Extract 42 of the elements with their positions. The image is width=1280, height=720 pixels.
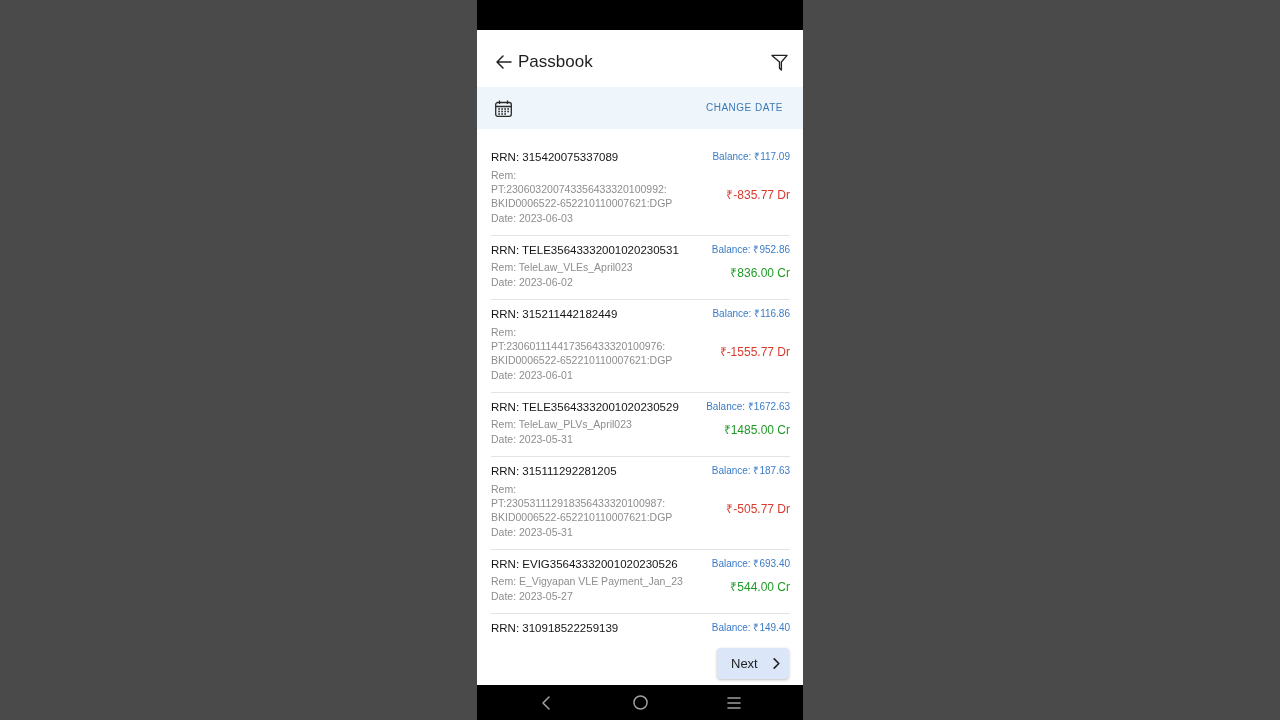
amount-text: ₹1485.00 Cr	[723, 422, 790, 439]
balance-text: Balance: ₹952.86	[711, 242, 790, 257]
date-text: Date: 2023-06-02	[491, 275, 574, 290]
date-text: Date: 2023-05-31	[491, 524, 574, 540]
balance-text: Balance: ₹149.40	[711, 621, 790, 635]
remark-text: Rem: TeleLaw_PLVs_April023	[491, 417, 633, 431]
date-text: Date: 2023-05-27	[491, 589, 574, 604]
rrn-text: RRN: TELE35643332001020230529	[491, 399, 680, 415]
amount-text: ₹-1555.77 Dr	[719, 343, 790, 360]
menu-icon[interactable]	[727, 696, 741, 709]
calendar-icon[interactable]	[495, 99, 512, 117]
rrn-text: RRN: 310918522259139	[491, 621, 620, 636]
balance-text: Balance: ₹117.09	[712, 150, 790, 164]
filter-icon[interactable]	[771, 53, 788, 71]
remark-text: Rem: E_Vigyapan VLE Payment_Jan_23	[491, 574, 684, 588]
date-text: Date: 2023-06-03	[491, 210, 574, 226]
remark-text: Rem: PT:230531112918356433320100987: BKID0006522-652210110007621:DGP	[491, 481, 674, 524]
remark-text: Rem: PT:230603200743356433320100992: BKID0006522-652210110007621:DGP	[491, 167, 674, 210]
chevron-right-icon	[773, 658, 780, 669]
balance-text: Balance: ₹1672.63	[706, 399, 790, 414]
amount-text: ₹544.00 Cr	[730, 579, 790, 596]
remark-text: Rem: TeleLaw_VLEs_April023	[491, 260, 634, 274]
home-circle-icon[interactable]	[632, 695, 648, 710]
balance-text: Balance: ₹187.63	[711, 464, 790, 478]
amount-text: ₹836.00 Cr	[730, 265, 790, 282]
amount-text: ₹-505.77 Dr	[726, 500, 790, 517]
amount-text: ₹-835.77 Dr	[726, 186, 790, 203]
balance-text: Balance: ₹693.40	[711, 556, 790, 571]
remark-text: Rem: PT:230601114417356433320100976: BKID0006522-652210110007621:DGP	[491, 324, 674, 367]
date-text: Date: 2023-06-01	[491, 367, 574, 383]
rrn-text: RRN: 315111292281205	[491, 464, 618, 479]
next-button[interactable]: Next	[717, 648, 789, 679]
date-text: Date: 2023-05-31	[491, 432, 574, 447]
back-arrow-icon[interactable]	[496, 55, 512, 69]
rrn-text: RRN: 315211442182449	[491, 307, 619, 322]
balance-text: Balance: ₹116.86	[712, 307, 790, 321]
rrn-text: RRN: EVIG35643332001020230526	[491, 556, 679, 572]
page-title: Passbook	[518, 52, 593, 72]
rrn-text: RRN: 315420075337089	[491, 150, 620, 165]
rrn-text: RRN: TELE35643332001020230531	[491, 242, 680, 258]
back-chevron-icon[interactable]	[542, 695, 550, 710]
change-date-button[interactable]: CHANGE DATE	[706, 101, 783, 115]
